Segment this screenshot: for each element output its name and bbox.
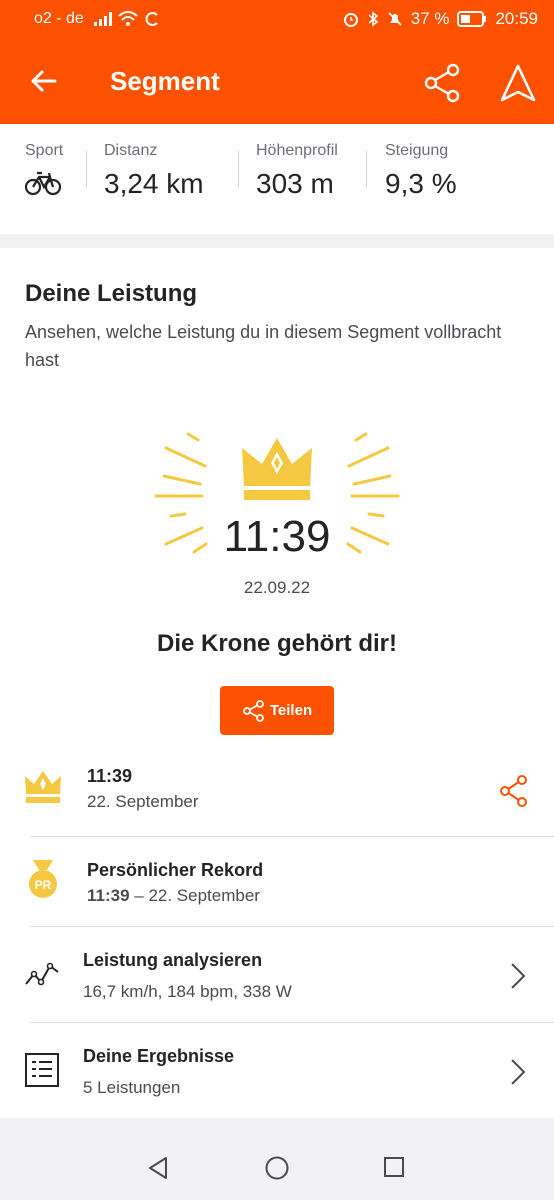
- list-document-icon: [25, 1053, 59, 1087]
- navigate-button[interactable]: [496, 60, 540, 106]
- segment-stats: Sport Distanz 3,24 km Höhenprofil 303 m …: [0, 124, 554, 234]
- stat-divider: [86, 150, 87, 188]
- list-item-crown[interactable]: 11:39 22. September: [0, 754, 554, 834]
- list-item-pr: PR Persönlicher Rekord 11:39 – 22. Septe…: [0, 848, 554, 926]
- signal-icon: [93, 12, 112, 26]
- section-title: Deine Leistung: [25, 280, 198, 307]
- row-title: Leistung analysieren: [83, 950, 263, 970]
- share-icon: [424, 63, 460, 103]
- stat-distance: Distanz 3,24 km: [104, 142, 204, 199]
- pr-badge-text: PR: [35, 878, 52, 892]
- back-triangle-icon[interactable]: [146, 1156, 170, 1180]
- chevron-right-icon: [511, 1059, 526, 1085]
- section-subtitle: Ansehen, welche Leistung du in diesem Se…: [25, 322, 502, 370]
- crown-icon: [25, 771, 61, 803]
- wifi-icon: [118, 11, 138, 26]
- app-bar: Segment: [0, 38, 554, 124]
- status-bar: o2 - de 37 % 20:59: [0, 0, 554, 38]
- alarm-icon: [343, 13, 358, 27]
- page-title: Segment: [110, 66, 220, 96]
- row-title: 11:39: [87, 766, 133, 786]
- pr-medal-icon: PR: [29, 860, 57, 898]
- clock: 20:59: [495, 9, 538, 28]
- arrow-left-icon: [31, 70, 57, 92]
- share-achievement-button[interactable]: Teilen: [220, 686, 334, 735]
- carrier-label: o2 - de: [34, 10, 84, 27]
- row-title: Persönlicher Rekord: [87, 860, 264, 880]
- back-button[interactable]: [22, 60, 64, 102]
- battery-percent: 37 %: [410, 9, 450, 28]
- mute-bell-icon: [388, 12, 402, 26]
- home-circle-icon[interactable]: [265, 1156, 289, 1180]
- bluetooth-icon: [368, 11, 378, 27]
- bike-icon: [24, 171, 62, 196]
- stat-elevation: Höhenprofil 303 m: [256, 142, 338, 199]
- stat-divider: [366, 150, 367, 188]
- graph-line-icon: [25, 962, 59, 986]
- system-navigation-bar: [0, 1132, 554, 1200]
- pr-time: 11:39: [87, 886, 130, 905]
- row-subtitle: 5 Leistungen: [83, 1078, 181, 1097]
- battery-icon: [457, 11, 487, 27]
- divider: [30, 926, 554, 927]
- share-label: Teilen: [269, 702, 313, 719]
- navigation-arrow-icon: [500, 64, 536, 102]
- chevron-right-icon: [511, 963, 526, 989]
- row-subtitle: 11:39 – 22. September: [87, 886, 260, 906]
- list-item-results[interactable]: Deine Ergebnisse 5 Leistungen: [0, 1032, 554, 1118]
- pr-date: – 22. September: [129, 886, 260, 905]
- performance-card: Deine Leistung Ansehen, welche Leistung …: [0, 248, 554, 1118]
- share-icon[interactable]: [498, 774, 530, 808]
- recents-square-icon[interactable]: [383, 1156, 405, 1178]
- segment-date: 22.09.22: [243, 578, 311, 597]
- divider: [30, 1022, 554, 1023]
- divider: [30, 836, 554, 837]
- stat-grade: Steigung 9,3 %: [385, 142, 457, 199]
- crown-message: Die Krone gehört dir!: [156, 630, 397, 657]
- row-subtitle: 16,7 km/h, 184 bpm, 338 W: [83, 982, 292, 1001]
- sync-icon: [145, 12, 158, 26]
- share-button[interactable]: [420, 60, 466, 106]
- row-title: Deine Ergebnisse: [83, 1046, 235, 1066]
- segment-time: 11:39: [223, 512, 331, 561]
- row-subtitle: 22. September: [87, 792, 199, 811]
- share-icon: [242, 699, 264, 722]
- list-item-analyze[interactable]: Leistung analysieren 16,7 km/h, 184 bpm,…: [0, 936, 554, 1022]
- stat-divider: [238, 150, 239, 188]
- stat-sport: Sport: [24, 142, 63, 201]
